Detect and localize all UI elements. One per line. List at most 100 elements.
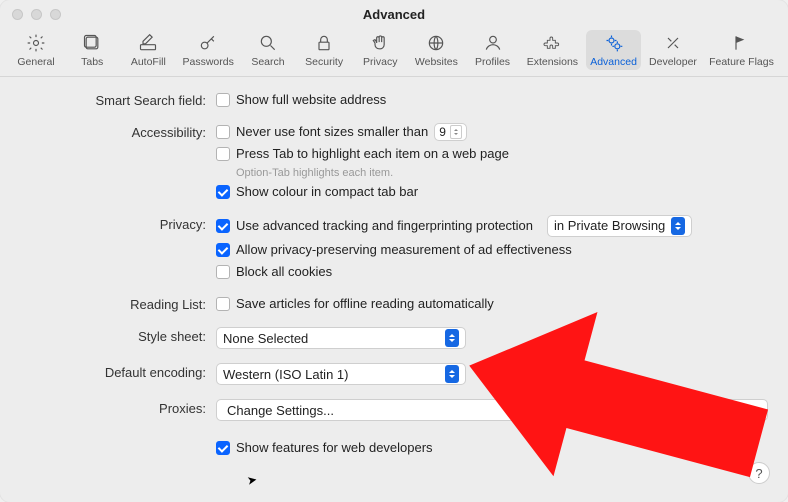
ad-measurement-checkbox[interactable]: Allow privacy-preserving measurement of … [216,241,768,259]
tab-label: Extensions [527,56,578,68]
zoom-window-button[interactable] [50,9,61,20]
tab-label: Security [305,56,343,68]
button-label: Change Settings... [227,403,334,418]
tab-passwords[interactable]: Passwords [178,30,237,70]
tab-websites[interactable]: Websites [410,30,462,70]
spacer [20,439,216,441]
show-developer-features-checkbox[interactable]: Show features for web developers [216,439,768,457]
checkbox-icon [216,125,230,139]
accessibility-label: Accessibility: [20,123,216,140]
window-title: Advanced [363,7,425,22]
select-value: None Selected [223,331,308,346]
gear-icon [25,32,47,54]
privacy-label: Privacy: [20,215,216,232]
tab-search[interactable]: Search [242,30,294,70]
lock-icon [313,32,335,54]
default-encoding-select[interactable]: Western (ISO Latin 1) [216,363,466,385]
proxies-label: Proxies: [20,399,216,416]
save-offline-checkbox[interactable]: Save articles for offline reading automa… [216,295,768,313]
window-controls [12,9,61,20]
reading-list-label: Reading List: [20,295,216,312]
tab-label: Tabs [81,56,103,68]
preferences-toolbar: General Tabs AutoFill Passwords Search S… [0,28,788,77]
tab-profiles[interactable]: Profiles [467,30,519,70]
checkbox-label: Use advanced tracking and fingerprinting… [236,217,533,235]
tab-label: Search [251,56,284,68]
checkbox-label: Block all cookies [236,263,332,281]
checkbox-label: Press Tab to highlight each item on a we… [236,145,509,163]
tab-developer[interactable]: Developer [645,30,701,70]
tab-label: Websites [415,56,458,68]
checkbox-label: Show full website address [236,91,386,109]
tab-feature-flags[interactable]: Feature Flags [705,30,778,70]
default-encoding-label: Default encoding: [20,363,216,380]
tab-label: Developer [649,56,697,68]
search-icon [257,32,279,54]
tab-advanced[interactable]: Advanced [586,30,641,70]
compact-color-checkbox[interactable]: Show colour in compact tab bar [216,183,768,201]
tab-general[interactable]: General [10,30,62,70]
checkbox-checked-icon [216,441,230,455]
checkbox-label: Show features for web developers [236,439,433,457]
checkbox-icon [216,147,230,161]
key-icon [197,32,219,54]
min-font-size-checkbox[interactable]: Never use font sizes smaller than 9 [216,123,768,141]
tab-tabs[interactable]: Tabs [66,30,118,70]
close-window-button[interactable] [12,9,23,20]
tab-label: Advanced [590,56,637,68]
tab-label: Privacy [363,56,397,68]
checkbox-label: Show colour in compact tab bar [236,183,418,201]
preferences-window: Advanced General Tabs AutoFill Passwords… [0,0,788,502]
show-full-address-checkbox[interactable]: Show full website address [216,91,768,109]
double-gear-icon [603,32,625,54]
block-cookies-checkbox[interactable]: Block all cookies [216,263,768,281]
help-button[interactable]: ? [748,462,770,484]
style-sheet-label: Style sheet: [20,327,216,344]
smart-search-label: Smart Search field: [20,91,216,108]
checkbox-icon [216,93,230,107]
checkbox-icon [216,265,230,279]
tab-label: General [17,56,54,68]
checkbox-label: Allow privacy-preserving measurement of … [236,241,572,259]
tracking-mode-select[interactable]: in Private Browsing [547,215,692,237]
tab-security[interactable]: Security [298,30,350,70]
tools-icon [662,32,684,54]
checkbox-label: Save articles for offline reading automa… [236,295,494,313]
tab-privacy[interactable]: Privacy [354,30,406,70]
tracking-protection-checkbox[interactable]: Use advanced tracking and fingerprinting… [216,215,768,237]
checkbox-checked-icon [216,185,230,199]
checkbox-icon [216,297,230,311]
minimize-window-button[interactable] [31,9,42,20]
chevron-updown-icon [671,217,685,235]
chevron-updown-icon [445,329,459,347]
tabs-icon [81,32,103,54]
checkbox-checked-icon [216,219,230,233]
min-font-size-select[interactable]: 9 [434,123,467,141]
person-icon [482,32,504,54]
tab-autofill[interactable]: AutoFill [122,30,174,70]
puzzle-icon [541,32,563,54]
chevron-updown-icon [445,365,459,383]
tab-label: AutoFill [131,56,166,68]
tab-label: Feature Flags [709,56,774,68]
tab-extensions[interactable]: Extensions [523,30,582,70]
hand-icon [369,32,391,54]
pencil-field-icon [137,32,159,54]
select-value: 9 [439,123,446,141]
change-settings-button[interactable]: Change Settings... [216,399,768,421]
flag-icon [730,32,752,54]
checkbox-checked-icon [216,243,230,257]
select-value: in Private Browsing [554,217,665,235]
tab-label: Passwords [182,56,233,68]
style-sheet-select[interactable]: None Selected [216,327,466,349]
titlebar: Advanced [0,0,788,28]
option-tab-hint: Option-Tab highlights each item. [236,167,768,179]
checkbox-label: Never use font sizes smaller than [236,123,428,141]
tab-label: Profiles [475,56,510,68]
help-label: ? [755,466,762,481]
press-tab-checkbox[interactable]: Press Tab to highlight each item on a we… [216,145,768,163]
select-value: Western (ISO Latin 1) [223,367,348,382]
chevron-updown-icon [450,125,462,139]
content-area: Smart Search field: Show full website ad… [0,77,788,477]
cursor-icon: ➤ [246,472,258,488]
